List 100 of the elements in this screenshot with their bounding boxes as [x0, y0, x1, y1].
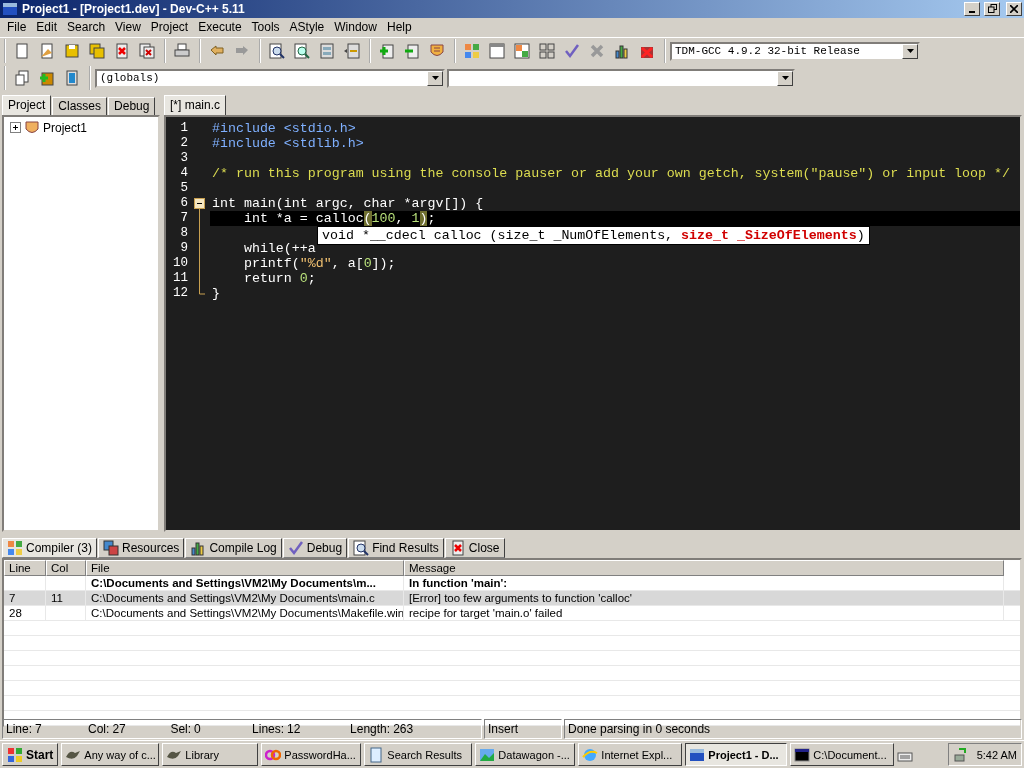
code-editor[interactable]: [164, 114, 1022, 533]
taskbar-button[interactable]: Any way of c...: [61, 743, 160, 767]
windows-logo-icon: [7, 746, 23, 763]
copy-page-icon: [13, 70, 30, 87]
bar-chart-icon: [613, 43, 630, 60]
function-select[interactable]: [447, 68, 795, 88]
dropdown-button[interactable]: [777, 70, 793, 86]
code-line: while(++a: [242, 240, 317, 256]
bar-chart-icon: [190, 540, 207, 557]
output-tab[interactable]: Resources: [98, 538, 185, 559]
save-icon: [63, 43, 80, 60]
taskbar-button[interactable]: Datawagon -...: [475, 743, 576, 767]
table-cell: [Error] too few arguments to function 'calloc': [404, 591, 1004, 606]
check-icon: [563, 43, 580, 60]
menu-item[interactable]: Project: [145, 20, 194, 35]
console-icon: [794, 746, 811, 763]
panel-tab[interactable]: Project: [2, 94, 52, 115]
column-header[interactable]: File: [86, 560, 404, 577]
taskbar-button[interactable]: Project1 - D...: [685, 743, 788, 767]
table-cell: 7: [4, 591, 46, 606]
remove-icon: [403, 43, 420, 60]
table-cell: 28: [4, 606, 46, 621]
close-button[interactable]: [1006, 1, 1022, 16]
menu-item[interactable]: AStyle: [284, 20, 330, 35]
taskbar-button[interactable]: C:\Document...: [790, 743, 895, 767]
menu-item[interactable]: Search: [62, 20, 111, 35]
menu-item[interactable]: Execute: [193, 20, 247, 35]
find-icon: [353, 540, 370, 557]
table-row[interactable]: 28 C:\Documents and Settings\VM2\My Documents\Makefile.win recipe for target 'main.o' failed: [4, 606, 1020, 622]
menu-item[interactable]: File: [2, 20, 32, 35]
table-row[interactable]: 7 11 C:\Documents and Settings\VM2\My Documents\main.c [Error] too few arguments to function 'calloc': [4, 591, 1020, 607]
globe-icon: [582, 746, 599, 763]
dropdown-button[interactable]: [902, 43, 918, 59]
line-number: 5: [179, 181, 188, 196]
start-button[interactable]: Start: [2, 743, 59, 767]
status-value: 0: [193, 722, 202, 737]
table-cell: C:\Documents and Settings\VM2\My Documents\m...: [86, 576, 404, 591]
landscape-icon: [479, 746, 496, 763]
status-label: Line:: [5, 722, 33, 737]
column-header[interactable]: Line: [4, 560, 46, 577]
dropdown-arrow-icon: [781, 76, 789, 81]
save-all-icon: [88, 43, 105, 60]
document-icon: [368, 746, 385, 763]
taskbar-button[interactable]: Library: [162, 743, 259, 767]
table-cell: C:\Documents and Settings\VM2\My Documents\Makefile.win: [86, 606, 404, 621]
code-line: }: [211, 285, 221, 301]
menu-item[interactable]: View: [110, 20, 146, 35]
panel-icon: [318, 43, 335, 60]
line-number: 2: [179, 136, 188, 151]
line-number: 3: [179, 151, 188, 166]
line-number: 7: [179, 211, 188, 226]
dropdown-button[interactable]: [427, 70, 443, 86]
taskbar-button[interactable]: Internet Expl...: [578, 743, 683, 767]
taskbar-button[interactable]: Search Results: [364, 743, 473, 767]
shield-icon: [24, 119, 40, 136]
line-number: 1: [179, 121, 188, 136]
taskbar-button[interactable]: PasswordHa...: [261, 743, 362, 767]
output-tab[interactable]: Compiler (3): [2, 538, 97, 559]
minimize-button[interactable]: [964, 1, 980, 16]
run-icon: [488, 43, 505, 60]
expand-toggle[interactable]: [10, 122, 21, 134]
open-file-icon: [38, 43, 55, 60]
window-title: Project1 - [Project1.dev] - Dev-C++ 5.11: [22, 1, 246, 16]
network-icon: [952, 746, 969, 763]
restore-icon: [987, 4, 997, 14]
code-line: printf("%d", a[0]);: [242, 255, 397, 271]
split-panel-icon: [343, 43, 360, 60]
tree-item[interactable]: Project1: [43, 120, 88, 135]
restore-button[interactable]: [984, 1, 1000, 16]
panel-tab[interactable]: Classes: [52, 96, 108, 115]
status-label: Sel:: [169, 722, 192, 737]
fold-collapse-icon[interactable]: [193, 195, 205, 211]
plus-icon: [12, 124, 19, 132]
menu-item[interactable]: Edit: [31, 20, 63, 35]
output-tab[interactable]: Close: [444, 538, 505, 559]
app-icon: [689, 746, 706, 763]
column-header[interactable]: Col: [46, 560, 86, 577]
line-number: 8: [179, 226, 188, 241]
code-line: #include <stdio.h>: [211, 120, 357, 136]
panel-tab[interactable]: Debug: [108, 96, 156, 115]
close-file-icon: [449, 540, 466, 557]
menu-item[interactable]: Help: [381, 20, 417, 35]
line-number: 9: [179, 241, 188, 256]
compile-icon: [463, 43, 480, 60]
status-value: 263: [392, 722, 415, 737]
compiler-select[interactable]: TDM-GCC 4.9.2 32-bit Release: [670, 41, 920, 61]
code-line: /* run this program using the console pauser or add your own getch, system("pause") or input loop */: [211, 165, 1011, 181]
clock: 5:42 AM: [975, 748, 1017, 761]
output-tab[interactable]: Compile Log: [185, 538, 282, 559]
resources-icon: [103, 540, 119, 557]
column-header[interactable]: Message: [404, 560, 1004, 577]
table-cell: recipe for target 'main.o' failed: [404, 606, 1004, 621]
output-tab[interactable]: Debug: [282, 538, 348, 559]
table-row[interactable]: C:\Documents and Settings\VM2\My Documents\m... In function 'main':: [4, 576, 1020, 592]
menu-item[interactable]: Tools: [246, 20, 285, 35]
editor-tab[interactable]: [*] main.c: [164, 94, 226, 115]
scope-select[interactable]: (globals): [95, 68, 445, 88]
output-tab[interactable]: Find Results: [348, 538, 444, 559]
code-line: #include <stdlib.h>: [211, 135, 365, 151]
menu-item[interactable]: Window: [329, 20, 382, 35]
